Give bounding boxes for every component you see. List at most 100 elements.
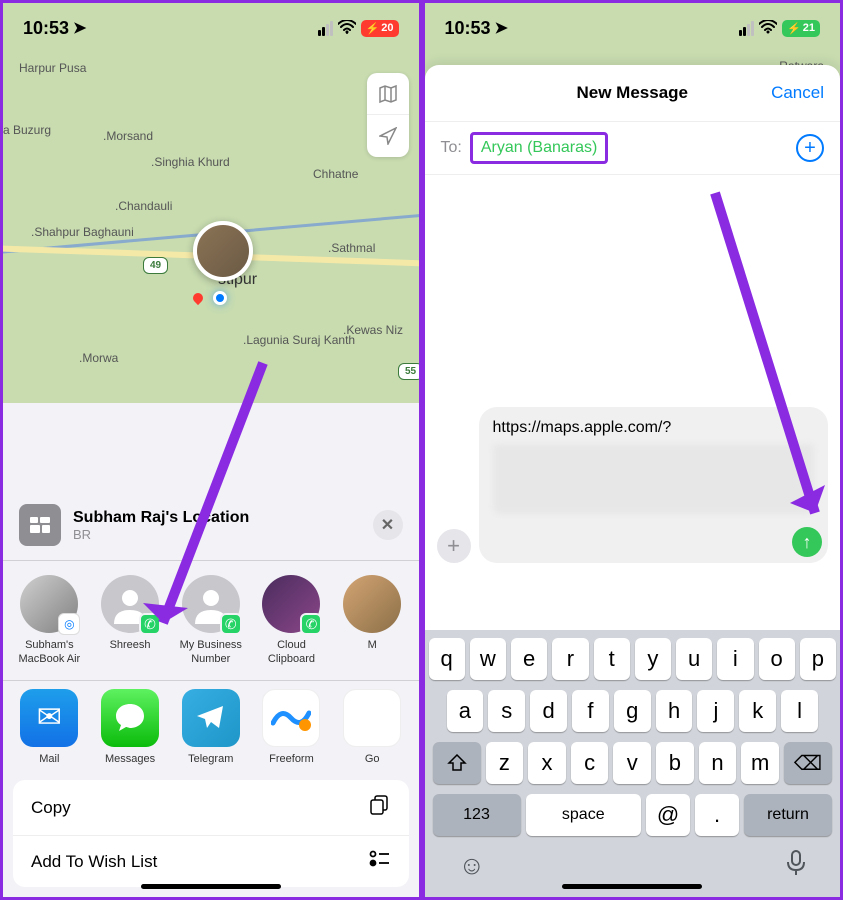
app-share-target[interactable]: Messages <box>94 689 167 766</box>
contact-share-target[interactable]: ◎ Subham's MacBook Air <box>13 575 86 665</box>
return-key[interactable]: return <box>744 794 832 836</box>
dot-key[interactable]: . <box>695 794 739 836</box>
key-h[interactable]: h <box>656 690 693 732</box>
messages-icon <box>101 689 159 747</box>
to-field[interactable]: To: Aryan (Banaras) + <box>425 121 841 175</box>
location-icon: ➤ <box>73 18 86 38</box>
contact-share-target[interactable]: ✆ Shreesh <box>94 575 167 665</box>
clipboard-icon: ✆ <box>262 575 320 633</box>
wishlist-action[interactable]: Add To Wish List <box>13 836 409 887</box>
dictation-button[interactable] <box>786 850 806 883</box>
blurred-content <box>493 443 815 513</box>
key-m[interactable]: m <box>741 742 779 784</box>
add-attachment-button[interactable]: + <box>437 529 471 563</box>
battery-icon: ⚡21 <box>782 20 820 37</box>
cellular-icon <box>318 21 333 36</box>
share-title: Subham Raj's Location <box>73 509 361 527</box>
freeform-icon <box>262 689 320 747</box>
key-q[interactable]: q <box>429 638 465 680</box>
at-key[interactable]: @ <box>646 794 690 836</box>
app-share-target[interactable]: ✉ Mail <box>13 689 86 766</box>
key-b[interactable]: b <box>656 742 694 784</box>
person-icon: ✆ <box>182 575 240 633</box>
key-f[interactable]: f <box>572 690 609 732</box>
cellular-icon <box>739 21 754 36</box>
keyboard: q w e r t y u i o p a s d f g h j k l <box>425 630 841 897</box>
battery-icon: ⚡20 <box>361 20 399 37</box>
cancel-button[interactable]: Cancel <box>771 83 824 103</box>
key-l[interactable]: l <box>781 690 818 732</box>
options-icon <box>369 850 391 873</box>
left-screenshot: Harpur Pusa a Buzurg .Morsand .Singhia K… <box>0 0 422 900</box>
key-o[interactable]: o <box>759 638 795 680</box>
person-icon <box>343 575 401 633</box>
key-g[interactable]: g <box>614 690 651 732</box>
macbook-icon: ◎ <box>20 575 78 633</box>
key-c[interactable]: c <box>571 742 609 784</box>
share-sheet: Subham Raj's Location BR ✕ ◎ Subham's Ma… <box>3 490 419 897</box>
location-card-icon <box>19 504 61 546</box>
location-icon: ➤ <box>495 18 508 38</box>
numbers-key[interactable]: 123 <box>433 794 521 836</box>
current-location-dot <box>213 291 227 305</box>
key-z[interactable]: z <box>486 742 524 784</box>
status-time: 10:53 <box>445 18 491 39</box>
app-icon <box>343 689 401 747</box>
emoji-button[interactable]: ☺ <box>459 850 486 883</box>
key-d[interactable]: d <box>530 690 567 732</box>
home-indicator[interactable] <box>141 884 281 889</box>
actions-list: Copy Add To Wish List <box>13 780 409 887</box>
app-share-target[interactable]: Telegram <box>174 689 247 766</box>
locate-button[interactable] <box>367 115 409 157</box>
whatsapp-badge-icon: ✆ <box>139 613 161 635</box>
key-k[interactable]: k <box>739 690 776 732</box>
wifi-icon <box>338 18 356 39</box>
user-avatar-pin[interactable] <box>193 221 253 281</box>
copy-icon <box>369 794 391 821</box>
status-time: 10:53 <box>23 18 69 39</box>
space-key[interactable]: space <box>526 794 642 836</box>
map-mode-button[interactable] <box>367 73 409 115</box>
copy-action[interactable]: Copy <box>13 780 409 836</box>
close-button[interactable]: ✕ <box>373 510 403 540</box>
contacts-row: ◎ Subham's MacBook Air ✆ Shreesh ✆ My Bu… <box>3 561 419 679</box>
key-t[interactable]: t <box>594 638 630 680</box>
send-button[interactable]: ↑ <box>792 527 822 557</box>
key-w[interactable]: w <box>470 638 506 680</box>
home-indicator[interactable] <box>562 884 702 889</box>
person-icon: ✆ <box>101 575 159 633</box>
key-e[interactable]: e <box>511 638 547 680</box>
key-a[interactable]: a <box>447 690 484 732</box>
app-share-target[interactable]: Go <box>336 689 409 766</box>
key-r[interactable]: r <box>552 638 588 680</box>
to-contact[interactable]: Aryan (Banaras) <box>470 132 609 164</box>
contact-share-target[interactable]: M <box>336 575 409 665</box>
key-j[interactable]: j <box>697 690 734 732</box>
to-label: To: <box>441 139 462 157</box>
map-controls <box>367 73 409 157</box>
shift-key[interactable] <box>433 742 481 784</box>
new-message-sheet: New Message Cancel To: Aryan (Banaras) +… <box>425 65 841 897</box>
key-y[interactable]: y <box>635 638 671 680</box>
contact-share-target[interactable]: ✆ Cloud Clipboard <box>255 575 328 665</box>
status-bar: 10:53 ➤ ⚡21 <box>425 3 841 53</box>
key-s[interactable]: s <box>488 690 525 732</box>
key-i[interactable]: i <box>717 638 753 680</box>
message-bubble[interactable]: https://maps.apple.com/? ↑ <box>479 407 829 563</box>
key-u[interactable]: u <box>676 638 712 680</box>
backspace-key[interactable]: ⌫ <box>784 742 832 784</box>
whatsapp-badge-icon: ✆ <box>220 613 242 635</box>
apple-maps-view[interactable]: Harpur Pusa a Buzurg .Morsand .Singhia K… <box>3 3 419 403</box>
add-contact-button[interactable]: + <box>796 134 824 162</box>
share-subtitle: BR <box>73 527 361 542</box>
key-p[interactable]: p <box>800 638 836 680</box>
app-share-target[interactable]: Freeform <box>255 689 328 766</box>
telegram-icon <box>182 689 240 747</box>
right-screenshot: .Ratwara 10:53 ➤ ⚡21 New Message Cancel … <box>422 0 843 900</box>
wifi-icon <box>759 18 777 39</box>
key-x[interactable]: x <box>528 742 566 784</box>
key-v[interactable]: v <box>613 742 651 784</box>
whatsapp-badge-icon: ✆ <box>300 613 322 635</box>
contact-share-target[interactable]: ✆ My Business Number <box>174 575 247 665</box>
key-n[interactable]: n <box>699 742 737 784</box>
